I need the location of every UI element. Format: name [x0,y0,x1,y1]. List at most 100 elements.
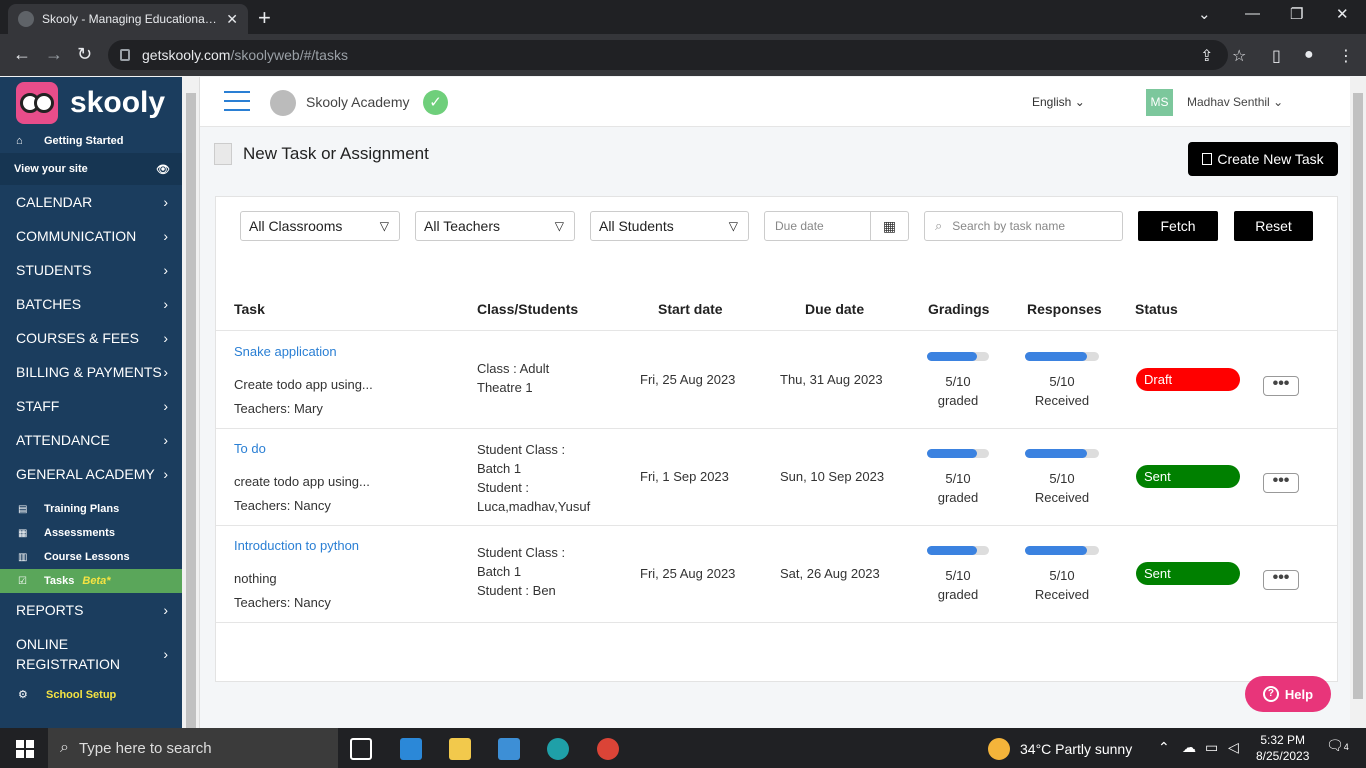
network-icon[interactable]: ☁ [1182,739,1196,756]
sidebar-item-getting-started[interactable]: ⌂ Getting Started [0,129,182,153]
reload-icon[interactable]: ↻ [77,44,92,65]
grading-value: 5/10 [945,374,971,389]
close-window-icon[interactable]: ✕ [1336,5,1349,23]
sidebar-menu-billing-payments[interactable]: BILLING & PAYMENTS › [0,355,182,389]
sidebar-sub-assessments[interactable]: ▦ Assessments [0,521,182,545]
tab-search-icon[interactable]: ⌄ [1198,5,1211,23]
close-tab-icon[interactable]: ✕ [226,11,238,28]
hamburger-menu-icon[interactable] [224,91,250,113]
sidebar-menu-online-registration[interactable]: ONLINE REGISTRATION › [0,627,182,681]
help-button[interactable]: ? Help [1245,676,1331,712]
forward-icon[interactable]: → [45,44,63,65]
more-options-icon[interactable]: ••• [1263,570,1299,590]
fetch-button[interactable]: Fetch [1138,211,1218,241]
class-line: Student : Ben [477,583,556,598]
mail-icon[interactable] [498,738,520,760]
minimize-icon[interactable]: — [1245,5,1260,22]
due-date: Sat, 26 Aug 2023 [780,566,880,581]
back-icon[interactable]: ← [13,44,31,65]
classrooms-select[interactable]: All Classrooms ▽ [240,211,400,241]
user-name: Madhav Senthil [1187,95,1270,109]
brand-name: skooly [70,86,166,119]
response-progress-fill [1025,546,1088,555]
chevron-right-icon: › [163,432,168,448]
class-line: Batch 1 [477,564,522,579]
language-selector[interactable]: English ⌄ [1032,95,1085,109]
volume-icon[interactable]: ◁ [1228,739,1239,756]
response-label: Received [1034,587,1090,602]
tray-chevron-up-icon[interactable]: ⌃ [1158,739,1170,756]
sidebar-menu-reports[interactable]: REPORTS › [0,593,182,627]
sidebar-menu-courses-fees[interactable]: COURSES & FEES › [0,321,182,355]
page-scroll-thumb[interactable] [1353,93,1363,699]
sidebar-menu-batches[interactable]: BATCHES › [0,287,182,321]
user-avatar[interactable]: MS [1146,89,1173,116]
maximize-icon[interactable]: ❐ [1290,5,1303,23]
response-progress-bar [1025,352,1099,361]
owl-logo-icon [16,82,58,124]
store-icon[interactable] [400,738,422,760]
task-view-icon[interactable] [350,738,372,760]
col-gradings: Gradings [928,301,990,317]
sidebar-menu-staff[interactable]: STAFF › [0,389,182,423]
task-name-link[interactable]: Snake application [234,344,337,359]
reset-button[interactable]: Reset [1234,211,1313,241]
share-icon[interactable]: ⇪ [1200,46,1213,66]
url-field[interactable]: getskooly.com/skoolyweb/#/tasks [108,40,1228,70]
task-teachers: Teachers: Nancy [234,498,331,513]
windows-start-icon[interactable] [16,740,34,758]
more-options-icon[interactable]: ••• [1263,473,1299,493]
sidebar-menu-label: ATTENDANCE [16,432,110,448]
create-new-task-button[interactable]: Create New Task [1188,142,1338,176]
chrome-icon[interactable] [597,738,619,760]
grading-progress-bar [927,352,989,361]
menu-dots-icon[interactable]: ⋮ [1338,46,1354,66]
side-panel-icon[interactable]: ▯ [1272,46,1281,66]
response-label: Received [1034,490,1090,505]
edge-icon[interactable] [547,738,569,760]
sidebar-menu-calendar[interactable]: CALENDAR › [0,185,182,219]
taskbar-search[interactable]: ⌕ Type here to search [48,728,338,768]
user-menu[interactable]: Madhav Senthil ⌄ [1187,95,1283,109]
due-date-field[interactable]: Due date ▦ [764,211,909,241]
teachers-select[interactable]: All Teachers ▽ [415,211,575,241]
view-site-link[interactable]: View your site 👁 [0,153,182,185]
file-explorer-icon[interactable] [449,738,471,760]
students-select[interactable]: All Students ▽ [590,211,749,241]
chevron-right-icon: › [163,194,168,210]
battery-icon[interactable]: ▭ [1205,739,1218,756]
url-path: /skoolyweb/#/tasks [230,47,348,63]
task-name-link[interactable]: To do [234,441,266,456]
more-options-icon[interactable]: ••• [1263,376,1299,396]
sidebar-menu-attendance[interactable]: ATTENDANCE › [0,423,182,457]
sidebar-item-school-setup[interactable]: ⚙ School Setup [0,681,182,709]
new-tab-icon[interactable]: + [258,5,271,31]
page-title-icon [214,143,232,165]
browser-tab[interactable]: Skooly - Managing Educational Jo ✕ [8,4,248,34]
page-scrollbar[interactable] [1350,77,1366,728]
os-taskbar: ⌕ Type here to search 34°C Partly sunny … [0,728,1366,768]
calendar-icon[interactable]: ▦ [870,212,908,240]
bookmark-star-icon[interactable]: ☆ [1232,46,1246,66]
sidebar-scroll-thumb[interactable] [186,93,196,733]
weather-widget[interactable]: 34°C Partly sunny [988,738,1132,760]
notification-icon[interactable]: 🗨4 [1326,737,1349,754]
main-content: Skooly Academy ✓ English ⌄ MS Madhav Sen… [200,77,1350,728]
brand-logo[interactable]: skooly [0,77,182,129]
sidebar-menu-general-academy[interactable]: GENERAL ACADEMY › [0,457,182,491]
task-description: nothing [234,571,277,586]
sidebar-scrollbar[interactable] [182,77,200,733]
sidebar-sub-course-lessons[interactable]: ▥ Course Lessons [0,545,182,569]
sidebar-menu-students[interactable]: STUDENTS › [0,253,182,287]
search-input[interactable]: ⌕ Search by task name [924,211,1123,241]
profile-icon[interactable]: ● [1304,46,1314,64]
sidebar-sub-training-plans[interactable]: ▤ Training Plans [0,497,182,521]
system-clock[interactable]: 5:32 PM 8/25/2023 [1256,732,1309,764]
lock-icon [120,49,130,61]
chevron-right-icon: › [163,602,168,618]
sidebar-menu-communication[interactable]: COMMUNICATION › [0,219,182,253]
sidebar-sub-tasks[interactable]: ☑ Tasks Beta* [0,569,182,593]
task-name-link[interactable]: Introduction to python [234,538,359,553]
col-class-students: Class/Students [477,301,579,317]
grading-label: graded [937,587,979,602]
